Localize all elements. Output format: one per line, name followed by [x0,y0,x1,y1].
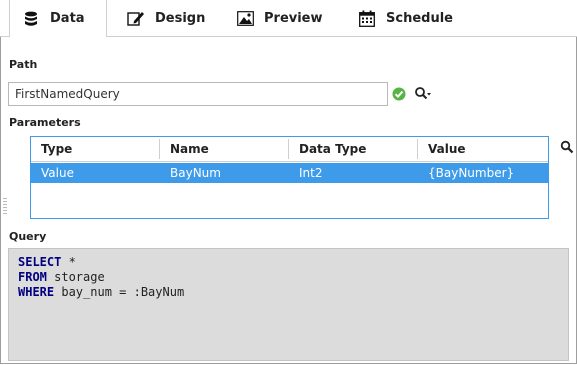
tab-data[interactable]: Data [9,0,107,37]
parameters-label: Parameters [9,116,81,129]
tab-design[interactable]: Design [127,0,205,36]
column-header-name[interactable]: Name [160,139,289,159]
cell-name[interactable]: BayNum [160,163,289,183]
query-line: SELECT * [18,255,559,270]
parameters-table: Type Name Data Type Value Value BayNum I… [30,136,549,219]
table-row[interactable]: Value BayNum Int2 {BayNumber} [31,163,548,183]
query-label: Query [9,230,47,243]
path-label: Path [9,58,38,71]
query-editor[interactable]: SELECT * FROM storage WHERE bay_num = :B… [8,248,569,361]
sql-keyword: WHERE [18,285,55,299]
sql-text: bay_num = :BayNum [54,285,185,299]
calendar-icon [358,9,376,27]
header-divider [31,161,548,162]
path-input[interactable] [8,82,388,106]
table-header: Type Name Data Type Value [31,139,548,159]
column-header-type[interactable]: Type [31,139,160,159]
search-dropdown-icon[interactable] [414,86,432,102]
tab-preview[interactable]: Preview [236,0,323,36]
sql-keyword: FROM [18,270,47,284]
query-line: FROM storage [18,270,559,285]
cell-value[interactable]: {BayNumber} [418,163,548,183]
query-line: WHERE bay_num = :BayNum [18,285,559,300]
tab-label: Design [155,10,206,26]
cell-data-type[interactable]: Int2 [289,163,418,183]
tab-schedule[interactable]: Schedule [358,0,453,36]
check-icon [391,86,407,102]
database-icon [22,10,40,28]
resize-handle[interactable] [3,198,7,218]
sql-text: storage [46,270,105,284]
image-preview-icon [236,9,254,27]
sql-keyword: SELECT [18,255,62,269]
column-header-data-type[interactable]: Data Type [289,139,418,159]
tab-label: Preview [264,10,323,26]
cell-type[interactable]: Value [31,163,160,183]
column-header-value[interactable]: Value [418,139,548,159]
tab-bar: Data Design Preview Schedule [0,0,577,37]
tab-label: Data [50,11,85,26]
tab-label: Schedule [386,10,453,26]
search-icon[interactable] [560,140,574,154]
design-edit-icon [127,9,145,27]
sql-text: * [61,255,76,269]
